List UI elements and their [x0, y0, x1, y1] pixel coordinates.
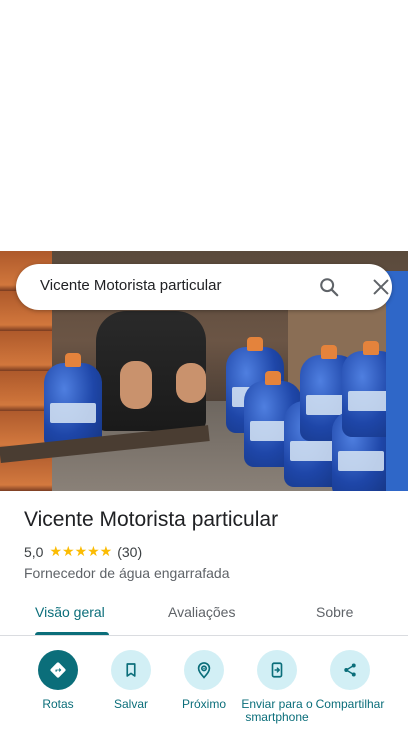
tab-bar: Visão geral Avaliações Sobre [0, 596, 408, 636]
share-label: Compartilhar [315, 697, 385, 711]
nearby-button[interactable]: Próximo [166, 650, 242, 711]
place-category: Fornecedor de água engarrafada [24, 565, 230, 581]
directions-button[interactable]: Rotas [20, 650, 96, 711]
send-to-phone-label: Enviar para o smartphone [241, 697, 313, 724]
close-icon[interactable] [370, 276, 392, 298]
action-bar: Rotas Salvar Próximo Enviar para o smart… [0, 644, 408, 742]
directions-icon [38, 650, 78, 690]
share-icon [330, 650, 370, 690]
search-icon[interactable] [318, 276, 340, 298]
review-count[interactable]: (30) [117, 544, 142, 560]
share-button[interactable]: Compartilhar [312, 650, 388, 711]
bookmark-icon [111, 650, 151, 690]
tab-indicator [35, 632, 109, 635]
photo-arm [120, 361, 152, 409]
tab-about[interactable]: Sobre [316, 604, 353, 620]
save-button[interactable]: Salvar [93, 650, 169, 711]
place-title: Vicente Motorista particular [24, 508, 279, 531]
map-area-blank [0, 0, 408, 251]
save-label: Salvar [113, 697, 148, 711]
star-rating-icon: ★★★★★ [49, 543, 113, 559]
send-to-phone-button[interactable]: Enviar para o smartphone [239, 650, 315, 724]
directions-label: Rotas [42, 697, 74, 711]
nearby-icon [184, 650, 224, 690]
tab-overview[interactable]: Visão geral [35, 604, 105, 620]
nearby-label: Próximo [181, 697, 226, 711]
tab-reviews[interactable]: Avaliações [168, 604, 235, 620]
search-bar[interactable]: Vicente Motorista particular [16, 264, 392, 310]
photo-blue-panel [386, 271, 408, 491]
rating-row[interactable]: 5,0 ★★★★★ (30) [24, 543, 142, 560]
photo-arm [176, 363, 206, 403]
send-to-phone-icon [257, 650, 297, 690]
rating-value: 5,0 [24, 543, 44, 560]
search-query[interactable]: Vicente Motorista particular [40, 277, 221, 294]
